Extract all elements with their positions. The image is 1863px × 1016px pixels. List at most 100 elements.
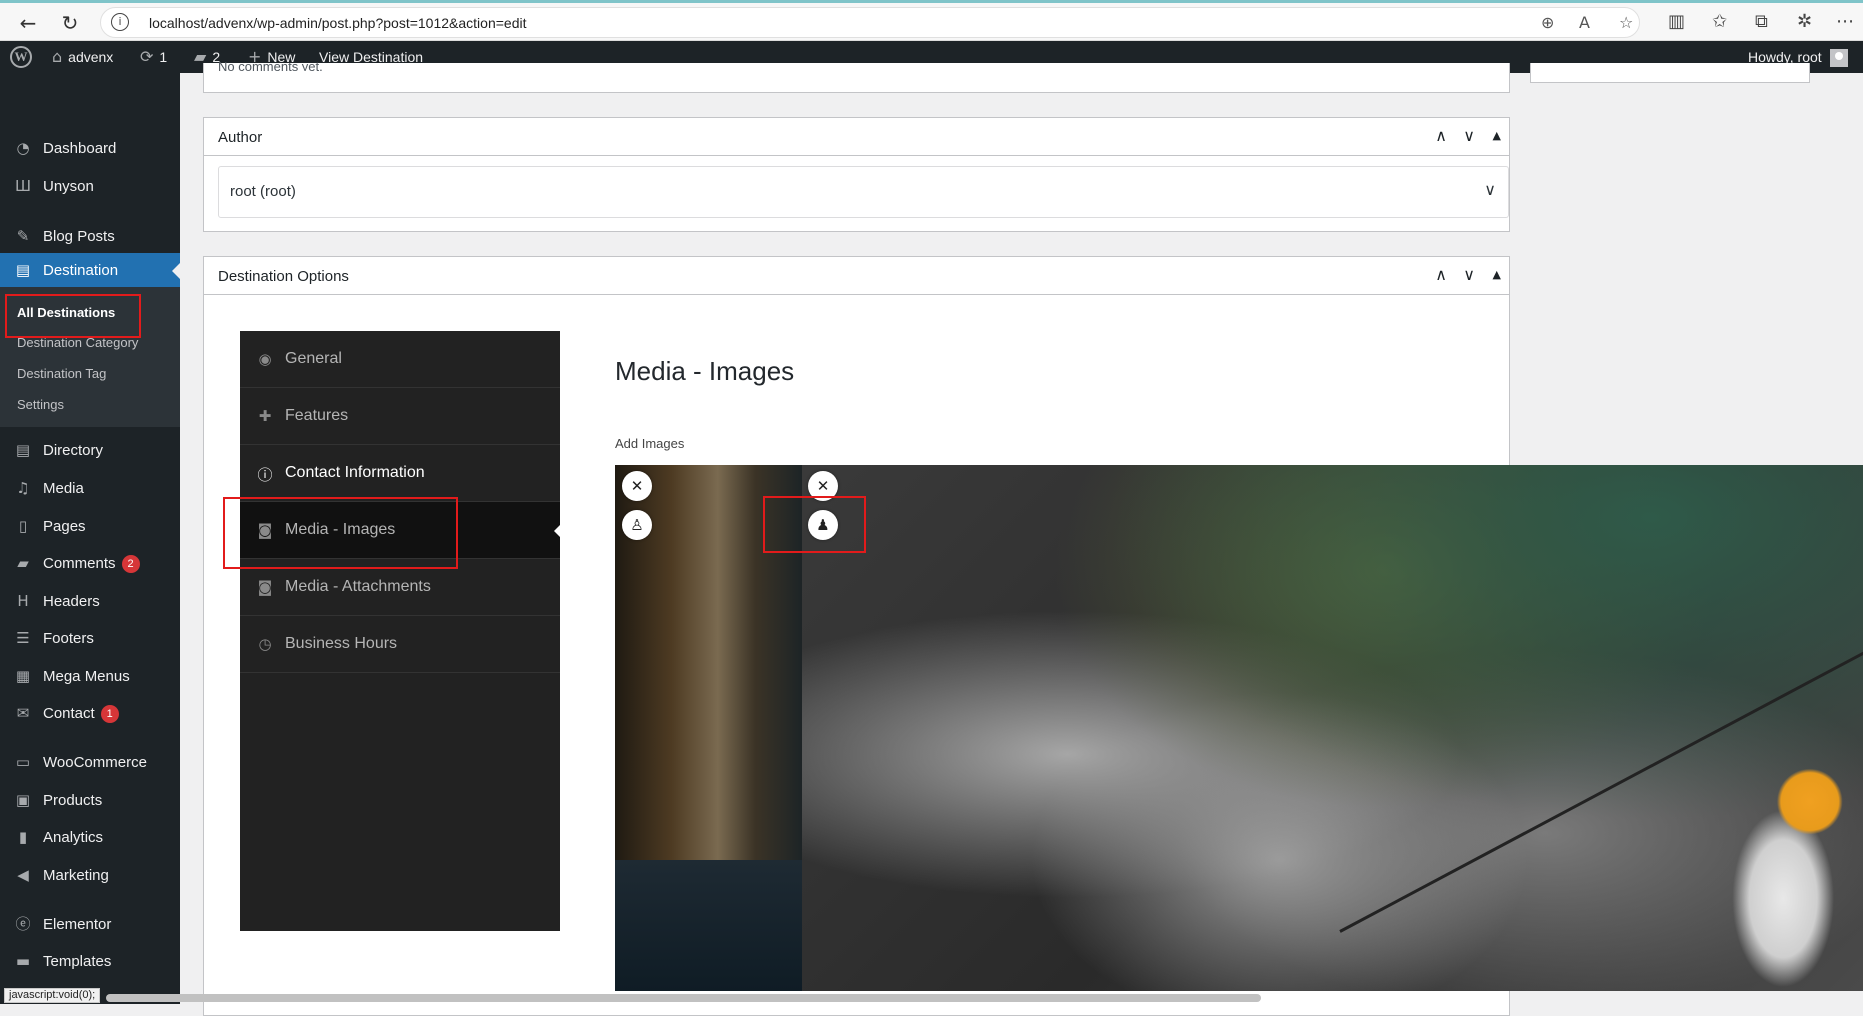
products-icon: ▣: [15, 791, 31, 809]
highlight-media-images-tab: [223, 497, 458, 569]
menu-analytics[interactable]: ▮ Analytics: [0, 820, 180, 854]
address-bar[interactable]: i localhost/advenx/wp-admin/post.php?pos…: [100, 7, 1640, 38]
menu-elementor[interactable]: ⓔ Elementor: [0, 907, 180, 941]
add-images-label: Add Images: [615, 436, 685, 451]
author-select-value: root (root): [230, 183, 296, 200]
clock-icon: ◷: [258, 635, 272, 653]
headers-icon: H: [17, 592, 29, 610]
url-text: localhost/advenx/wp-admin/post.php?post=…: [149, 15, 527, 31]
pages-icon: ▯: [18, 517, 28, 535]
puzzle-icon: ✚: [258, 407, 272, 425]
move-down-icon[interactable]: ∨: [1463, 126, 1475, 145]
wordpress-logo-icon[interactable]: W: [10, 46, 32, 68]
contact-badge: 1: [100, 705, 119, 724]
directory-icon: ▤: [15, 441, 31, 459]
status-bar: javascript:void(0);: [4, 988, 101, 1003]
tab-features[interactable]: ✚ Features: [240, 388, 560, 445]
highlight-all-destinations: [5, 294, 141, 338]
destination-icon: ▤: [15, 261, 31, 279]
active-arrow: [172, 263, 180, 279]
unyson-icon: Ш: [14, 177, 32, 195]
arrow-left-icon[interactable]: ←: [14, 9, 42, 37]
analytics-icon: ▮: [18, 828, 28, 846]
toggle-panel-icon[interactable]: ▲: [1493, 268, 1501, 281]
menu-unyson[interactable]: Ш Unyson: [0, 169, 180, 203]
favorite-star-icon[interactable]: ☆: [1619, 13, 1633, 32]
footers-icon: ☰: [16, 629, 30, 647]
submenu-settings[interactable]: Settings: [17, 397, 64, 412]
info-icon: ⓘ: [257, 466, 273, 484]
menu-dashboard[interactable]: ◔ Dashboard: [0, 131, 180, 165]
toggle-panel-icon[interactable]: ▲: [1493, 129, 1501, 142]
menu-footers[interactable]: ☰ Footers: [0, 621, 180, 655]
gallery-image-1-water: [615, 860, 802, 991]
destination-options-header: Destination Options ∧ ∨ ▲: [204, 257, 1509, 295]
more-icon[interactable]: ⋯: [1836, 11, 1854, 32]
remove-image-1-close-icon[interactable]: ✕: [622, 471, 652, 501]
menu-contact[interactable]: ✉ Contact 1: [0, 696, 180, 730]
options-tabs: ◉ General ✚ Features ⓘ Contact Information …: [240, 331, 561, 931]
move-up-icon[interactable]: ∧: [1435, 126, 1447, 145]
updates-count: 1: [159, 49, 168, 65]
read-aloud-icon[interactable]: A: [1579, 13, 1590, 32]
browser-toolbar: ← ↻ i localhost/advenx/wp-admin/post.php…: [0, 0, 1863, 41]
menu-woocommerce[interactable]: ▭ WooCommerce: [0, 745, 180, 779]
dashboard-icon: ◔: [16, 139, 30, 157]
refresh-icon[interactable]: ↻: [56, 9, 84, 37]
menu-media[interactable]: ♫ Media: [0, 471, 180, 505]
author-postbox: Author ∧ ∨ ▲ root (root) ∨: [203, 117, 1510, 232]
updates-link[interactable]: ⟳ 1: [140, 41, 167, 73]
collections-icon[interactable]: ⧉: [1755, 11, 1768, 32]
horizontal-scrollbar[interactable]: [106, 994, 1261, 1002]
contact-icon: ✉: [16, 704, 30, 722]
chevron-down-icon: ∨: [1484, 180, 1496, 199]
side-postbox: [1530, 63, 1810, 83]
tab-business-hours[interactable]: ◷ Business Hours: [240, 616, 560, 673]
tab-contact-information[interactable]: ⓘ Contact Information: [240, 445, 560, 502]
media-icon: ♫: [16, 479, 30, 497]
zoom-icon[interactable]: ⊕: [1541, 13, 1554, 32]
tab-general[interactable]: ◉ General: [240, 331, 560, 388]
section-title: Media - Images: [615, 356, 795, 386]
avatar: [1829, 49, 1848, 68]
zipline-rider: [1730, 760, 1863, 991]
extensions-icon[interactable]: ✲: [1797, 11, 1812, 32]
selected-tab-notch: [554, 524, 561, 538]
menu-products[interactable]: ▣ Products: [0, 783, 180, 817]
favorites-icon[interactable]: ✩: [1712, 11, 1727, 32]
author-select[interactable]: root (root) ∨: [218, 166, 1509, 218]
menu-templates[interactable]: ▬ Templates: [0, 944, 180, 978]
comments-icon: ▰: [17, 554, 29, 572]
menu-mega-menus[interactable]: ▦ Mega Menus: [0, 659, 180, 693]
marketing-icon: ◀: [17, 866, 29, 884]
updates-icon: ⟳: [140, 47, 154, 66]
move-down-icon[interactable]: ∨: [1463, 265, 1475, 284]
elementor-icon: ⓔ: [15, 915, 31, 933]
menu-comments[interactable]: ▰ Comments 2: [0, 546, 180, 580]
admin-sidebar: ◔ Dashboard Ш Unyson ✎ Blog Posts ▤ Destinat…: [0, 73, 180, 1004]
camera-icon: ◙: [257, 578, 273, 596]
site-name: advenx: [68, 49, 114, 65]
author-title: Author: [218, 129, 263, 146]
menu-destination[interactable]: ▤ Destination: [0, 253, 180, 287]
menu-directory[interactable]: ▤ Directory: [0, 433, 180, 467]
set-featured-image-1-user-icon[interactable]: ♙: [622, 510, 652, 540]
no-comments-text: No comments yet.: [218, 59, 323, 71]
submenu-destination-tag[interactable]: Destination Tag: [17, 366, 106, 381]
eye-icon: ◉: [258, 350, 272, 368]
move-up-icon[interactable]: ∧: [1435, 265, 1447, 284]
gallery-image-2[interactable]: [802, 465, 1863, 991]
split-screen-icon[interactable]: ▥: [1668, 11, 1685, 32]
pin-icon: ✎: [16, 227, 30, 245]
menu-blog-posts[interactable]: ✎ Blog Posts: [0, 219, 180, 253]
menu-headers[interactable]: H Headers: [0, 584, 180, 618]
menu-marketing[interactable]: ◀ Marketing: [0, 858, 180, 892]
site-name-link[interactable]: ⌂ advenx: [52, 41, 113, 73]
highlight-featured-button: [763, 496, 866, 553]
author-header: Author ∧ ∨ ▲: [204, 118, 1509, 156]
menu-pages[interactable]: ▯ Pages: [0, 509, 180, 543]
comments-badge: 2: [121, 555, 140, 574]
comments-postbox: No comments yet.: [203, 59, 1510, 93]
home-icon: ⌂: [52, 47, 63, 66]
info-icon[interactable]: i: [111, 13, 129, 31]
